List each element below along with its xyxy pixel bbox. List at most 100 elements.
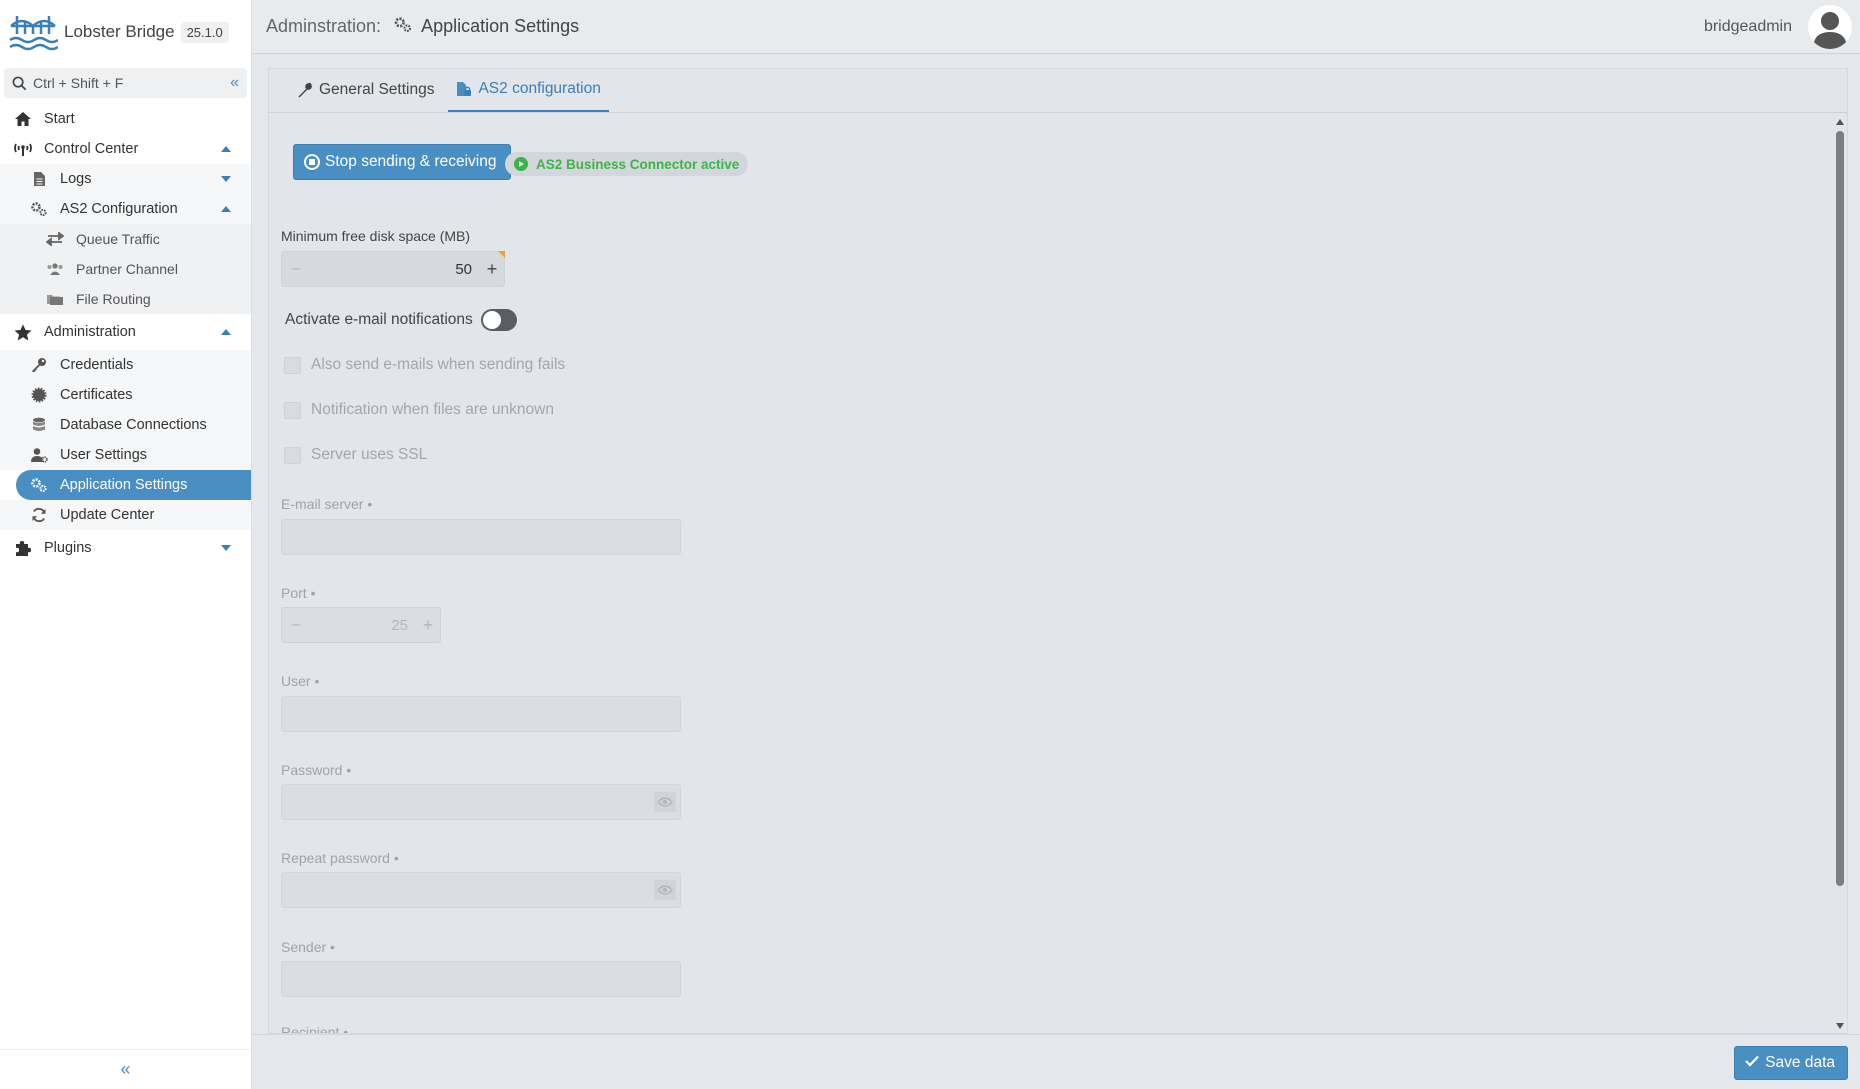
sidebar-item-label: Application Settings [60,477,188,493]
user-input[interactable] [281,696,681,732]
user-label: User • [281,673,320,689]
breadcrumb: Adminstration: [266,16,382,36]
email-notifications-toggle[interactable] [480,309,517,331]
checkbox[interactable] [284,401,301,419]
stop-sending-receiving-button[interactable]: Stop sending & receiving [293,144,512,180]
search-input[interactable]: Ctrl + Shift + F « [4,68,247,98]
sidebar-item-label: Administration [44,324,136,340]
checkbox-server-ssl[interactable]: Server uses SSL [284,446,427,464]
sidebar-item-user-settings[interactable]: User Settings [0,440,251,470]
brand-name: Lobster Bridge [64,22,175,41]
checkbox-send-fails[interactable]: Also send e-mails when sending fails [284,356,565,374]
caret-up-icon [221,146,231,152]
stop-icon [304,154,320,170]
sidebar-item-partner-channel[interactable]: Partner Channel [0,254,251,284]
min-disk-space-label: Minimum free disk space (MB) [281,228,471,244]
sidebar-item-start[interactable]: Start [0,104,251,134]
sidebar-item-as2-configuration[interactable]: AS2 Configuration [0,194,251,224]
tab-general-settings[interactable]: General Settings [289,68,442,112]
play-circle-icon [514,157,528,171]
tab-label: AS2 configuration [478,80,601,97]
sidebar-item-administration[interactable]: Administration [0,314,251,350]
key-icon [28,356,50,374]
tab-bar: General Settings AS2 configuration [269,69,1847,113]
email-notifications-label: Activate e-mail notifications [285,311,473,328]
increment-button[interactable]: + [480,259,504,280]
sidebar-item-label: Control Center [44,141,139,157]
as2-config-form: Stop sending & receiving AS2 Business Co… [269,113,1829,1033]
collapse-sidebar-icon[interactable]: « [230,74,239,92]
sidebar-item-label: Queue Traffic [76,231,160,247]
gears-icon [393,16,413,38]
brand: Lobster Bridge 25.1.0 [0,0,251,64]
sidebar-item-label: Logs [60,171,92,187]
search-placeholder: Ctrl + Shift + F [33,75,124,91]
port-stepper[interactable]: − 25 + [281,607,441,643]
footer-bar: Save data [252,1034,1860,1089]
password-input[interactable] [281,784,681,820]
sidebar-item-label: Plugins [44,540,92,556]
save-data-button[interactable]: Save data [1734,1046,1848,1080]
file-lock-icon [456,81,472,97]
bridge-logo-icon [9,16,58,51]
sidebar-item-control-center[interactable]: Control Center [0,134,251,164]
port-value[interactable]: 25 [310,617,416,634]
tab-as2-configuration[interactable]: AS2 configuration [448,68,609,112]
gears-icon [28,200,50,218]
username[interactable]: bridgeadmin [1704,18,1792,36]
increment-button[interactable]: + [416,615,440,636]
checkbox-label: Server uses SSL [311,446,428,463]
checkbox-label: Notification when files are unknown [311,401,554,418]
sidebar-item-label: Start [44,111,75,127]
checkbox[interactable] [284,446,301,464]
port-label: Port • [281,585,316,601]
connector-status-badge: AS2 Business Connector active [505,152,749,176]
user-settings-icon [28,446,50,464]
avatar[interactable] [1808,5,1852,49]
antenna-icon [12,140,34,158]
eye-icon[interactable] [654,792,676,812]
sidebar-item-file-routing[interactable]: File Routing [0,284,251,314]
sidebar-item-database-connections[interactable]: Database Connections [0,410,251,440]
sidebar-item-logs[interactable]: Logs [0,164,251,194]
vertical-scrollbar[interactable] [1833,113,1847,1035]
decrement-button[interactable]: − [282,617,310,634]
email-server-label: E-mail server • [281,496,373,512]
sidebar-item-credentials[interactable]: Credentials [0,350,251,380]
collapse-sidebar-button[interactable]: « [0,1049,251,1089]
eye-icon[interactable] [654,880,676,900]
search-icon [12,76,27,90]
checkbox[interactable] [284,356,301,374]
database-icon [28,416,50,434]
decrement-button[interactable]: − [282,261,310,278]
repeat-password-input[interactable] [281,872,681,908]
refresh-icon [28,506,50,524]
sidebar-item-application-settings[interactable]: Application Settings [16,470,251,500]
min-disk-space-value[interactable]: 50 [310,261,480,278]
button-label: Save data [1765,1054,1835,1071]
changed-flag [498,251,505,258]
email-notifications-row: Activate e-mail notifications [285,309,517,331]
email-server-input[interactable] [281,519,681,555]
min-disk-space-stepper[interactable]: − 50 + [281,251,505,287]
exchange-arrows-icon [44,230,66,248]
sidebar-item-queue-traffic[interactable]: Queue Traffic [0,224,251,254]
sidebar-item-update-center[interactable]: Update Center [0,500,251,530]
sidebar-item-plugins[interactable]: Plugins [0,530,251,566]
scrollbar-thumb[interactable] [1836,131,1844,886]
sender-input[interactable] [281,961,681,997]
password-label: Password • [281,762,352,778]
scroll-up-arrow-icon[interactable] [1836,119,1844,125]
sender-label: Sender • [281,939,335,955]
sidebar-item-certificates[interactable]: Certificates [0,380,251,410]
gears-icon [28,476,50,494]
checkbox-unknown-files[interactable]: Notification when files are unknown [284,401,554,419]
sidebar-item-label: Certificates [60,387,133,403]
sidebar-item-label: Update Center [60,507,155,523]
caret-up-icon [221,329,231,335]
sidebar-nav: Start Control Center Logs AS2 Configurat… [0,104,251,566]
puzzle-icon [12,539,34,557]
scroll-down-arrow-icon[interactable] [1836,1023,1844,1029]
document-icon [28,170,50,188]
caret-down-icon [221,545,231,551]
